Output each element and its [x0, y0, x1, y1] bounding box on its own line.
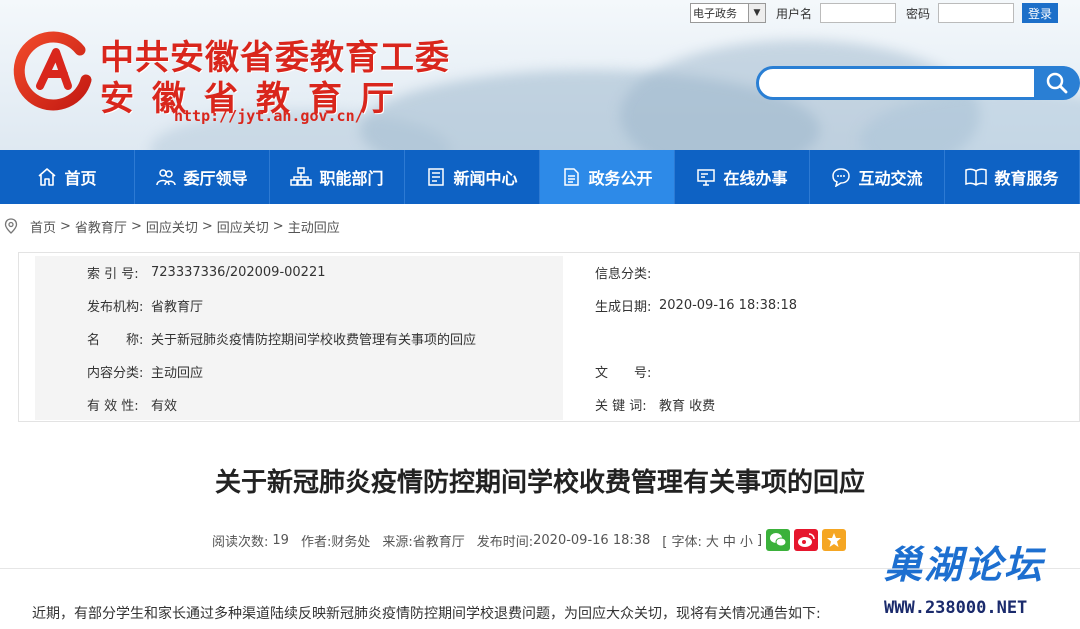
breadcrumb-response-sub[interactable]: 回应关切 [217, 217, 269, 236]
login-button[interactable]: 登录 [1022, 3, 1059, 23]
article-meta: 阅读次数: 19 作者: 财务处 来源: 省教育厅 发布时间: 2020-09-… [212, 528, 847, 552]
validity-value: 有效 [151, 399, 178, 414]
keywords-label: 关 键 词: [595, 399, 647, 414]
nav-label: 职能部门 [319, 169, 384, 188]
system-select-value: 电子政务 [693, 7, 737, 20]
nav-item-online-service[interactable]: 在线办事 [675, 150, 810, 204]
source-value: 省教育厅 [412, 534, 465, 550]
document-icon [564, 168, 580, 186]
publisher-label: 发布机构: [87, 300, 144, 315]
font-size-large[interactable]: 大 [706, 531, 719, 550]
font-size-medium[interactable]: 中 [723, 531, 736, 550]
name-value: 关于新冠肺炎疫情防控期间学校收费管理有关事项的回应 [151, 333, 477, 348]
password-label: 密码 [906, 6, 931, 21]
nav-label: 教育服务 [994, 169, 1059, 188]
main-nav: 首页 委厅领导 职能部门 新闻中心 政务公开 在线办事 互动交流 教育服务 [0, 150, 1080, 204]
document-info-table: 索 引 号: 723337336/202009-00221 信息分类: 发布机构… [18, 252, 1080, 422]
wechat-icon [770, 533, 787, 547]
home-icon [38, 168, 57, 186]
article-title: 关于新冠肺炎疫情防控期间学校收费管理有关事项的回应 [214, 468, 865, 498]
nav-label: 政务公开 [588, 169, 653, 188]
leaders-icon [156, 169, 177, 186]
index-label: 索 引 号: [87, 267, 139, 282]
info-row: 索 引 号: 723337336/202009-00221 信息分类: [19, 256, 1080, 289]
keywords-value: 教育 收费 [659, 399, 716, 414]
validity-label: 有 效 性: [87, 399, 139, 414]
monitor-icon [697, 169, 716, 186]
chevron-down-icon[interactable]: ▼ [748, 4, 765, 22]
site-header: 中共安徽省委教育工委 安徽省教育厅 http://jyt.ah.gov.cn/ … [0, 0, 1080, 150]
site-logo-icon[interactable] [10, 28, 94, 112]
source-label: 来源: [382, 534, 413, 550]
breadcrumb-response[interactable]: 回应关切 [146, 217, 198, 236]
nav-label: 新闻中心 [453, 169, 518, 188]
org-icon [290, 167, 313, 186]
username-input[interactable] [820, 3, 897, 23]
breadcrumb-separator: > [201, 218, 213, 234]
gen-date-value: 2020-09-16 18:38:18 [659, 298, 798, 313]
gen-date-label: 生成日期: [595, 300, 652, 315]
chat-icon [832, 168, 851, 187]
article-paragraph: 近期，有部分学生和家长通过多种渠道陆续反映新冠肺炎疫情防控期间学校退费问题，为回… [32, 606, 821, 622]
nav-item-gov-affairs[interactable]: 政务公开 [540, 150, 675, 204]
share-weibo-button[interactable] [794, 529, 819, 551]
doc-no-label: 文 号: [595, 366, 652, 381]
search-icon [1046, 72, 1068, 94]
system-select[interactable]: 电子政务 ▼ [690, 3, 766, 23]
location-pin-icon [4, 218, 18, 234]
search-button[interactable] [1034, 66, 1080, 100]
nav-item-departments[interactable]: 职能部门 [270, 150, 405, 204]
reads-value: 19 [272, 532, 289, 548]
search-input[interactable] [756, 66, 1078, 100]
weibo-icon [798, 533, 815, 547]
content-class-value: 主动回应 [151, 366, 204, 381]
watermark-url: WWW.238000.NET [884, 598, 1028, 618]
category-label: 信息分类: [595, 267, 652, 282]
breadcrumb-separator: > [60, 218, 71, 234]
author-value: 财务处 [331, 534, 371, 550]
share-wechat-button[interactable] [766, 529, 791, 551]
nav-label: 在线办事 [723, 169, 788, 188]
star-icon [827, 533, 842, 547]
favorite-button[interactable] [822, 529, 847, 551]
nav-item-news[interactable]: 新闻中心 [405, 150, 540, 204]
time-value: 2020-09-16 18:38 [533, 532, 651, 548]
publisher-value: 省教育厅 [151, 300, 204, 315]
index-value: 723337336/202009-00221 [151, 265, 326, 280]
info-row: 发布机构: 省教育厅 生成日期: 2020-09-16 18:38:18 [19, 289, 1080, 322]
nav-label: 互动交流 [858, 169, 923, 188]
reads-label: 阅读次数: [212, 534, 269, 550]
username-label: 用户名 [776, 6, 813, 21]
nav-item-leaders[interactable]: 委厅领导 [135, 150, 270, 204]
breadcrumb-separator: > [272, 218, 284, 234]
info-row: 有 效 性: 有效 关 键 词: 教育 收费 [19, 388, 1080, 421]
info-row: 内容分类: 主动回应 文 号: [19, 355, 1080, 388]
name-label: 名 称: [87, 333, 144, 348]
font-size-label: [ 字体: [662, 534, 702, 550]
login-bar: 电子政务 ▼ 用户名 密码 登录 [690, 2, 1059, 24]
watermark-logo-text: 巢湖论坛 [884, 543, 1045, 587]
font-size-small[interactable]: 小 [740, 531, 753, 550]
author-label: 作者: [300, 534, 332, 550]
font-size-bracket: ] [756, 532, 763, 548]
password-input[interactable] [938, 3, 1015, 23]
breadcrumb: 首页 > 省教育厅 > 回应关切 > 回应关切 > 主动回应 [0, 216, 340, 236]
breadcrumb-current[interactable]: 主动回应 [288, 217, 340, 236]
nav-item-interaction[interactable]: 互动交流 [810, 150, 945, 204]
nav-item-edu-service[interactable]: 教育服务 [945, 150, 1080, 204]
breadcrumb-dept[interactable]: 省教育厅 [75, 217, 127, 236]
breadcrumb-separator: > [130, 218, 142, 234]
breadcrumb-home[interactable]: 首页 [30, 217, 56, 236]
info-row: 名 称: 关于新冠肺炎疫情防控期间学校收费管理有关事项的回应 [19, 322, 1080, 355]
time-label: 发布时间: [476, 534, 534, 550]
book-icon [965, 168, 988, 186]
nav-label: 委厅领导 [183, 169, 248, 188]
nav-label: 首页 [64, 169, 97, 188]
site-url[interactable]: http://jyt.ah.gov.cn/ [174, 107, 364, 125]
nav-item-home[interactable]: 首页 [0, 150, 135, 204]
content-class-label: 内容分类: [87, 366, 144, 381]
news-icon [428, 168, 445, 186]
